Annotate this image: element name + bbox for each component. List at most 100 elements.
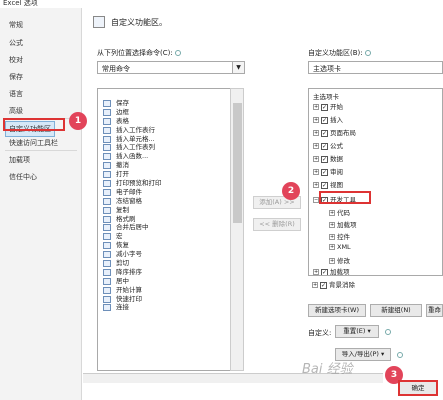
sidebar-item-save[interactable]: 保存: [9, 72, 23, 82]
expand-icon[interactable]: +: [313, 104, 319, 110]
list-item[interactable]: 插入工作表行: [98, 126, 243, 135]
remove-button[interactable]: << 删除(R): [253, 218, 301, 231]
tree-node-label: 背景消除: [329, 281, 355, 289]
list-item[interactable]: 边框▶: [98, 108, 243, 117]
scrollbar-thumb[interactable]: [233, 103, 242, 223]
checkbox-checked-icon[interactable]: ✓: [321, 103, 328, 111]
tree-node-view[interactable]: + ✓ 视图: [313, 179, 343, 189]
ok-button[interactable]: 确定: [398, 380, 438, 396]
list-item[interactable]: 连接: [98, 303, 243, 312]
highlight-developer-node: [319, 191, 371, 204]
expand-icon[interactable]: +: [313, 143, 319, 149]
calculate-icon: [103, 286, 111, 294]
list-item-label: 快速打印: [116, 294, 142, 303]
list-item[interactable]: 剪切: [98, 259, 243, 268]
highlight-customize-ribbon: [3, 118, 65, 131]
list-item[interactable]: 插入工作表列: [98, 143, 243, 152]
ribbon-tree[interactable]: 主选项卡 + ✓ 开始 + ✓ 插入 + ✓ 页面布局 + ✓ 公式 + ✓ 数据 + ✓ 审阅 + ✓ 视…: [308, 88, 443, 276]
tree-node-code[interactable]: + 代码: [329, 207, 350, 217]
expand-icon[interactable]: +: [313, 130, 319, 136]
connection-icon: [103, 304, 111, 312]
new-group-button[interactable]: 新建组(N): [370, 304, 422, 317]
page-title: 自定义功能区。: [111, 18, 167, 27]
sidebar-item-advanced[interactable]: 高级: [9, 106, 23, 116]
rename-button[interactable]: 重命: [426, 304, 443, 317]
info-icon: [397, 352, 403, 358]
checkbox-checked-icon[interactable]: ✓: [321, 181, 328, 189]
checkbox-checked-icon[interactable]: ✓: [321, 168, 328, 176]
expand-icon[interactable]: +: [313, 156, 319, 162]
tree-node-controls[interactable]: + 控件: [329, 231, 350, 241]
list-item-label: 打印预览和打印: [116, 179, 162, 188]
expand-icon[interactable]: +: [329, 244, 335, 250]
tree-node-add-ins[interactable]: + ✓ 加载项: [313, 266, 350, 276]
expand-icon[interactable]: +: [329, 234, 335, 240]
list-item-label: 撤消: [116, 161, 129, 170]
tree-node-formulas[interactable]: + ✓ 公式: [313, 140, 343, 150]
tree-node-label: 页面布局: [330, 129, 356, 137]
tree-node-background-removal[interactable]: + ✓ 背景消除: [312, 279, 355, 289]
sidebar-item-general[interactable]: 常规: [9, 20, 23, 30]
list-item[interactable]: 复制: [98, 206, 243, 215]
scissors-icon: [103, 260, 111, 268]
list-item[interactable]: 降序排序: [98, 268, 243, 277]
checkbox-checked-icon[interactable]: ✓: [321, 268, 328, 275]
checkbox-checked-icon[interactable]: ✓: [321, 129, 328, 137]
list-item[interactable]: 冻结窗格▶: [98, 197, 243, 206]
list-item[interactable]: 宏▶: [98, 232, 243, 241]
list-item-label: 插入工作表列: [116, 143, 155, 152]
tree-node-page-layout[interactable]: + ✓ 页面布局: [313, 127, 356, 137]
sidebar-item-quick-access-toolbar[interactable]: 快速访问工具栏: [9, 138, 58, 148]
sidebar-item-trust-center[interactable]: 信任中心: [9, 172, 37, 182]
expand-icon[interactable]: +: [313, 269, 319, 275]
expand-icon[interactable]: +: [329, 258, 335, 264]
tree-node-data[interactable]: + ✓ 数据: [313, 153, 343, 163]
tree-node-modify[interactable]: + 修改: [329, 255, 350, 265]
list-item[interactable]: 恢复▶: [98, 241, 243, 250]
tree-node-review[interactable]: + ✓ 审阅: [313, 166, 343, 176]
choose-commands-label: 从下列位置选择命令(C):: [97, 48, 181, 58]
list-item[interactable]: 插入函数...: [98, 152, 243, 161]
new-tab-button[interactable]: 新建选项卡(W): [308, 304, 366, 317]
ribbon-tabs-select[interactable]: 主选项卡: [308, 61, 443, 74]
list-item[interactable]: 打印预览和打印: [98, 179, 243, 188]
choose-commands-select[interactable]: 常用命令 ▼: [97, 61, 245, 74]
list-item[interactable]: 保存: [98, 99, 243, 108]
sidebar-item-language[interactable]: 语言: [9, 89, 23, 99]
tree-node-insert[interactable]: + ✓ 插入: [313, 114, 343, 124]
commands-list[interactable]: 保存 边框▶ 表格 插入工作表行 插入单元格... 插入工作表列 插入函数...…: [97, 88, 244, 371]
list-item-label: 边框: [116, 107, 129, 116]
list-item[interactable]: 开始计算: [98, 286, 243, 295]
expand-icon[interactable]: +: [313, 182, 319, 188]
list-item-label: 复制: [116, 205, 129, 214]
sidebar-item-add-ins[interactable]: 加载项: [9, 155, 30, 165]
expand-icon[interactable]: +: [313, 117, 319, 123]
list-item[interactable]: 打开: [98, 170, 243, 179]
tree-node-home[interactable]: + ✓ 开始: [313, 101, 343, 111]
freeze-panes-icon: [103, 197, 111, 205]
checkbox-checked-icon[interactable]: ✓: [321, 116, 328, 124]
list-item-label: 剪切: [116, 259, 129, 268]
list-item[interactable]: 居中: [98, 277, 243, 286]
list-item[interactable]: 电子邮件: [98, 188, 243, 197]
sidebar-item-formulas[interactable]: 公式: [9, 38, 23, 48]
list-item[interactable]: 减小字号: [98, 250, 243, 259]
reset-button[interactable]: 重置(E) ▾: [335, 325, 379, 338]
expand-icon[interactable]: +: [329, 222, 335, 228]
tree-node-label: 加载项: [330, 268, 350, 276]
merge-center-icon: [103, 224, 111, 232]
options-sidebar: 常规 公式 校对 保存 语言 高级 自定义功能区 快速访问工具栏 加载项 信任中…: [0, 8, 82, 400]
tree-node-xml[interactable]: + XML: [329, 243, 351, 251]
list-item[interactable]: 撤消▶: [98, 161, 243, 170]
commands-scrollbar[interactable]: [230, 88, 244, 371]
tree-node-dev-add-ins[interactable]: + 加载项: [329, 219, 357, 229]
expand-icon[interactable]: +: [312, 282, 318, 288]
sidebar-item-proofing[interactable]: 校对: [9, 55, 23, 65]
checkbox-checked-icon[interactable]: ✓: [321, 155, 328, 163]
expand-icon[interactable]: +: [313, 169, 319, 175]
customize-ribbon-label-text: 自定义功能区(B):: [308, 49, 363, 57]
checkbox-checked-icon[interactable]: ✓: [321, 142, 328, 150]
expand-icon[interactable]: +: [329, 210, 335, 216]
list-item[interactable]: 表格: [98, 117, 243, 126]
checkbox-checked-icon[interactable]: ✓: [320, 281, 327, 289]
